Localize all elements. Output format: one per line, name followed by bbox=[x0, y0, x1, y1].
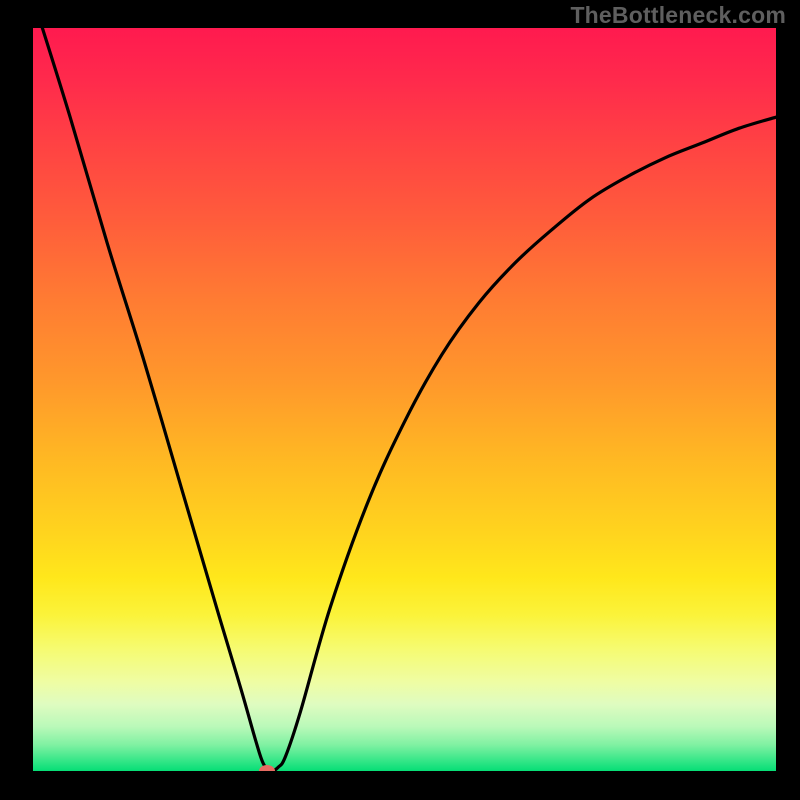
plot-panel bbox=[33, 28, 776, 771]
bottleneck-curve bbox=[33, 28, 776, 771]
curve-path bbox=[33, 28, 776, 771]
watermark-label: TheBottleneck.com bbox=[570, 2, 786, 29]
optimum-marker bbox=[259, 765, 275, 771]
chart-frame: TheBottleneck.com bbox=[0, 0, 800, 800]
